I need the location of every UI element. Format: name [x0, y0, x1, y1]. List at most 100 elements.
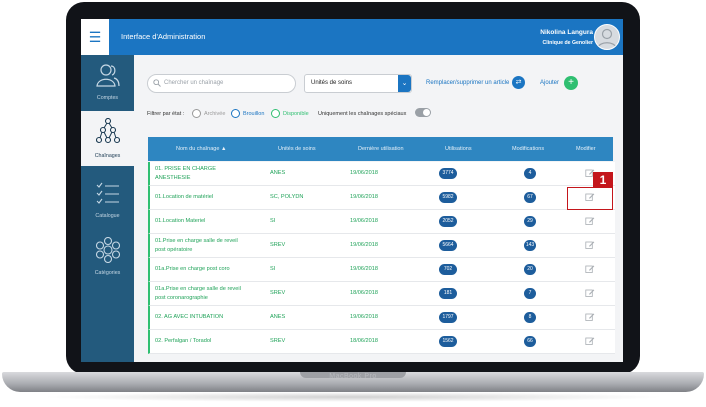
edit-icon[interactable] — [585, 216, 595, 226]
uses-badge: 702 — [439, 264, 457, 275]
add-button[interactable]: + — [564, 76, 578, 90]
modifications-badge: 66 — [524, 336, 536, 347]
header-uses[interactable]: Utilisations — [445, 146, 472, 152]
row-name-line2[interactable]: post coronarographie — [155, 295, 208, 301]
search-input[interactable]: Chercher un chaînage — [147, 74, 296, 93]
edit-icon[interactable] — [585, 336, 595, 346]
row-name-line2[interactable]: ANESTHESIE — [155, 175, 190, 181]
modifications-badge: 4 — [524, 168, 536, 179]
unit-select-value: Unités de soins — [311, 79, 353, 86]
row-date: 19/06/2018 — [350, 242, 378, 248]
hierarchy-icon — [96, 118, 120, 144]
row-name[interactable]: 01.Location de matériel — [155, 194, 213, 200]
sidebar-item-label: Chaînages — [94, 153, 121, 159]
uses-badge: 3774 — [439, 168, 457, 179]
row-date: 18/06/2018 — [350, 338, 378, 344]
table-row[interactable]: 01. PRISE EN CHARGE ANESTHESIE ANES 19/06/2… — [148, 162, 615, 186]
header-name[interactable]: Nom du chaînage ▲ — [176, 146, 226, 152]
chevron-down-icon[interactable]: ⌄ — [398, 75, 411, 92]
filter-archived-label: Archivée — [204, 111, 226, 117]
row-name[interactable]: 01.Prise en charge salle de reveil — [155, 238, 238, 244]
table-row[interactable]: 01a.Prise en charge post coro SI 19/06/201… — [148, 258, 615, 282]
edit-icon[interactable] — [585, 264, 595, 274]
edit-icon[interactable] — [585, 312, 595, 322]
row-date: 19/06/2018 — [350, 194, 378, 200]
cluster-icon — [96, 237, 120, 263]
row-name[interactable]: 01a.Prise en charge salle de reveil — [155, 286, 241, 292]
uses-badge: 2052 — [439, 216, 457, 227]
row-unit: SREV — [270, 290, 286, 296]
modifications-badge: 143 — [524, 240, 536, 251]
checklist-icon — [96, 182, 119, 204]
row-unit: ANES — [270, 170, 286, 176]
filter-draft-label: Brouillon — [243, 111, 265, 117]
row-date: 19/06/2018 — [350, 266, 378, 272]
edit-icon[interactable] — [585, 288, 595, 298]
row-name[interactable]: 02. AG AVEC INTUBATION — [155, 314, 223, 320]
header-last-use[interactable]: Dernière utilisation — [358, 146, 404, 152]
modifications-badge: 8 — [524, 312, 536, 323]
hamburger-icon[interactable]: ☰ — [81, 19, 109, 55]
sidebar-item-label: Comptes — [96, 95, 119, 101]
row-name-line2[interactable]: post opératoire — [155, 247, 192, 253]
modifications-badge: 7 — [524, 288, 536, 299]
uses-badge: 5664 — [439, 240, 457, 251]
table-row[interactable]: 02. AG AVEC INTUBATION ANES 19/06/2018 1797… — [148, 306, 615, 330]
add-link[interactable]: Ajouter — [540, 80, 559, 86]
edit-icon[interactable] — [585, 240, 595, 250]
filter-label: Filtrer par état : — [147, 111, 185, 117]
replace-article-link[interactable]: Remplacer/supprimer un article — [426, 80, 509, 86]
row-date: 18/06/2018 — [350, 290, 378, 296]
screen: ☰ Interface d'Administration Nikolina La… — [81, 19, 623, 362]
row-date: 19/06/2018 — [350, 314, 378, 320]
search-icon — [153, 79, 161, 87]
uses-badge: 1797 — [439, 312, 457, 323]
modifications-badge: 20 — [524, 264, 536, 275]
table-header: Nom du chaînage ▲ Unités de soins Derniè… — [148, 137, 613, 161]
table-row[interactable]: 01.Location de matériel SC, POLYDN 19/06/2… — [148, 186, 615, 210]
table-row[interactable]: 01.Prise en charge salle de reveil post o… — [148, 234, 615, 258]
table-row[interactable]: 01.Location Materiel SI 19/06/2018 2052 29 — [148, 210, 615, 234]
sidebar-item-comptes[interactable]: Comptes — [81, 55, 134, 110]
sidebar-item-chainages[interactable]: Chaînages — [81, 111, 134, 166]
main-content: Chercher un chaînage Unités de soins ⌄ R… — [134, 55, 623, 362]
row-unit: ANES — [270, 314, 286, 320]
row-unit: SREV — [270, 338, 286, 344]
filter-row: Filtrer par état : Archivée Brouillon Di… — [147, 108, 447, 123]
annotation-highlight — [567, 187, 613, 210]
sidebar: Comptes Chaînages Catalogue Catégories — [81, 55, 134, 362]
row-name[interactable]: 01.Location Materiel — [155, 218, 205, 224]
row-name[interactable]: 01. PRISE EN CHARGE — [155, 166, 216, 172]
sidebar-item-label: Catégories — [94, 270, 121, 276]
table-row[interactable]: 01a.Prise en charge salle de reveil post … — [148, 282, 615, 306]
header-unit[interactable]: Unités de soins — [278, 146, 316, 152]
laptop-shadow — [40, 392, 666, 402]
uses-badge: 181 — [439, 288, 457, 299]
radio-available[interactable] — [271, 109, 280, 118]
row-unit: SI — [270, 218, 276, 224]
device-brand: MacBook Pro — [329, 373, 377, 380]
user-name: Nikolina Langura — [540, 29, 593, 36]
sidebar-item-categories[interactable]: Catégories — [81, 230, 134, 285]
special-only-toggle[interactable] — [415, 108, 431, 117]
user-avatar-icon[interactable] — [594, 24, 620, 50]
swap-icon[interactable]: ⇄ — [512, 76, 525, 89]
modifications-badge: 67 — [524, 192, 536, 203]
row-name[interactable]: 02. Perfalgan / Toradol — [155, 338, 211, 344]
annotation-badge: 1 — [593, 172, 613, 188]
radio-draft[interactable] — [231, 109, 240, 118]
row-name[interactable]: 01a.Prise en charge post coro — [155, 266, 230, 272]
unit-select[interactable]: Unités de soins ⌄ — [304, 74, 412, 93]
app-title: Interface d'Administration — [121, 32, 206, 41]
row-unit: SI — [270, 266, 276, 272]
special-only-label: Uniquement les chaînages spéciaux — [318, 111, 407, 117]
radio-archived[interactable] — [192, 109, 201, 118]
sidebar-item-catalogue[interactable]: Catalogue — [81, 173, 134, 228]
user-clinic: Clinique de Genolier — [542, 40, 593, 46]
users-icon — [96, 64, 120, 87]
header-edit: Modifier — [576, 146, 596, 152]
header-modifications[interactable]: Modifications — [512, 146, 544, 152]
table-row[interactable]: 02. Perfalgan / Toradol SREV 18/06/2018 156… — [148, 330, 615, 354]
row-unit: SC, POLYDN — [270, 194, 304, 200]
row-date: 19/06/2018 — [350, 218, 378, 224]
